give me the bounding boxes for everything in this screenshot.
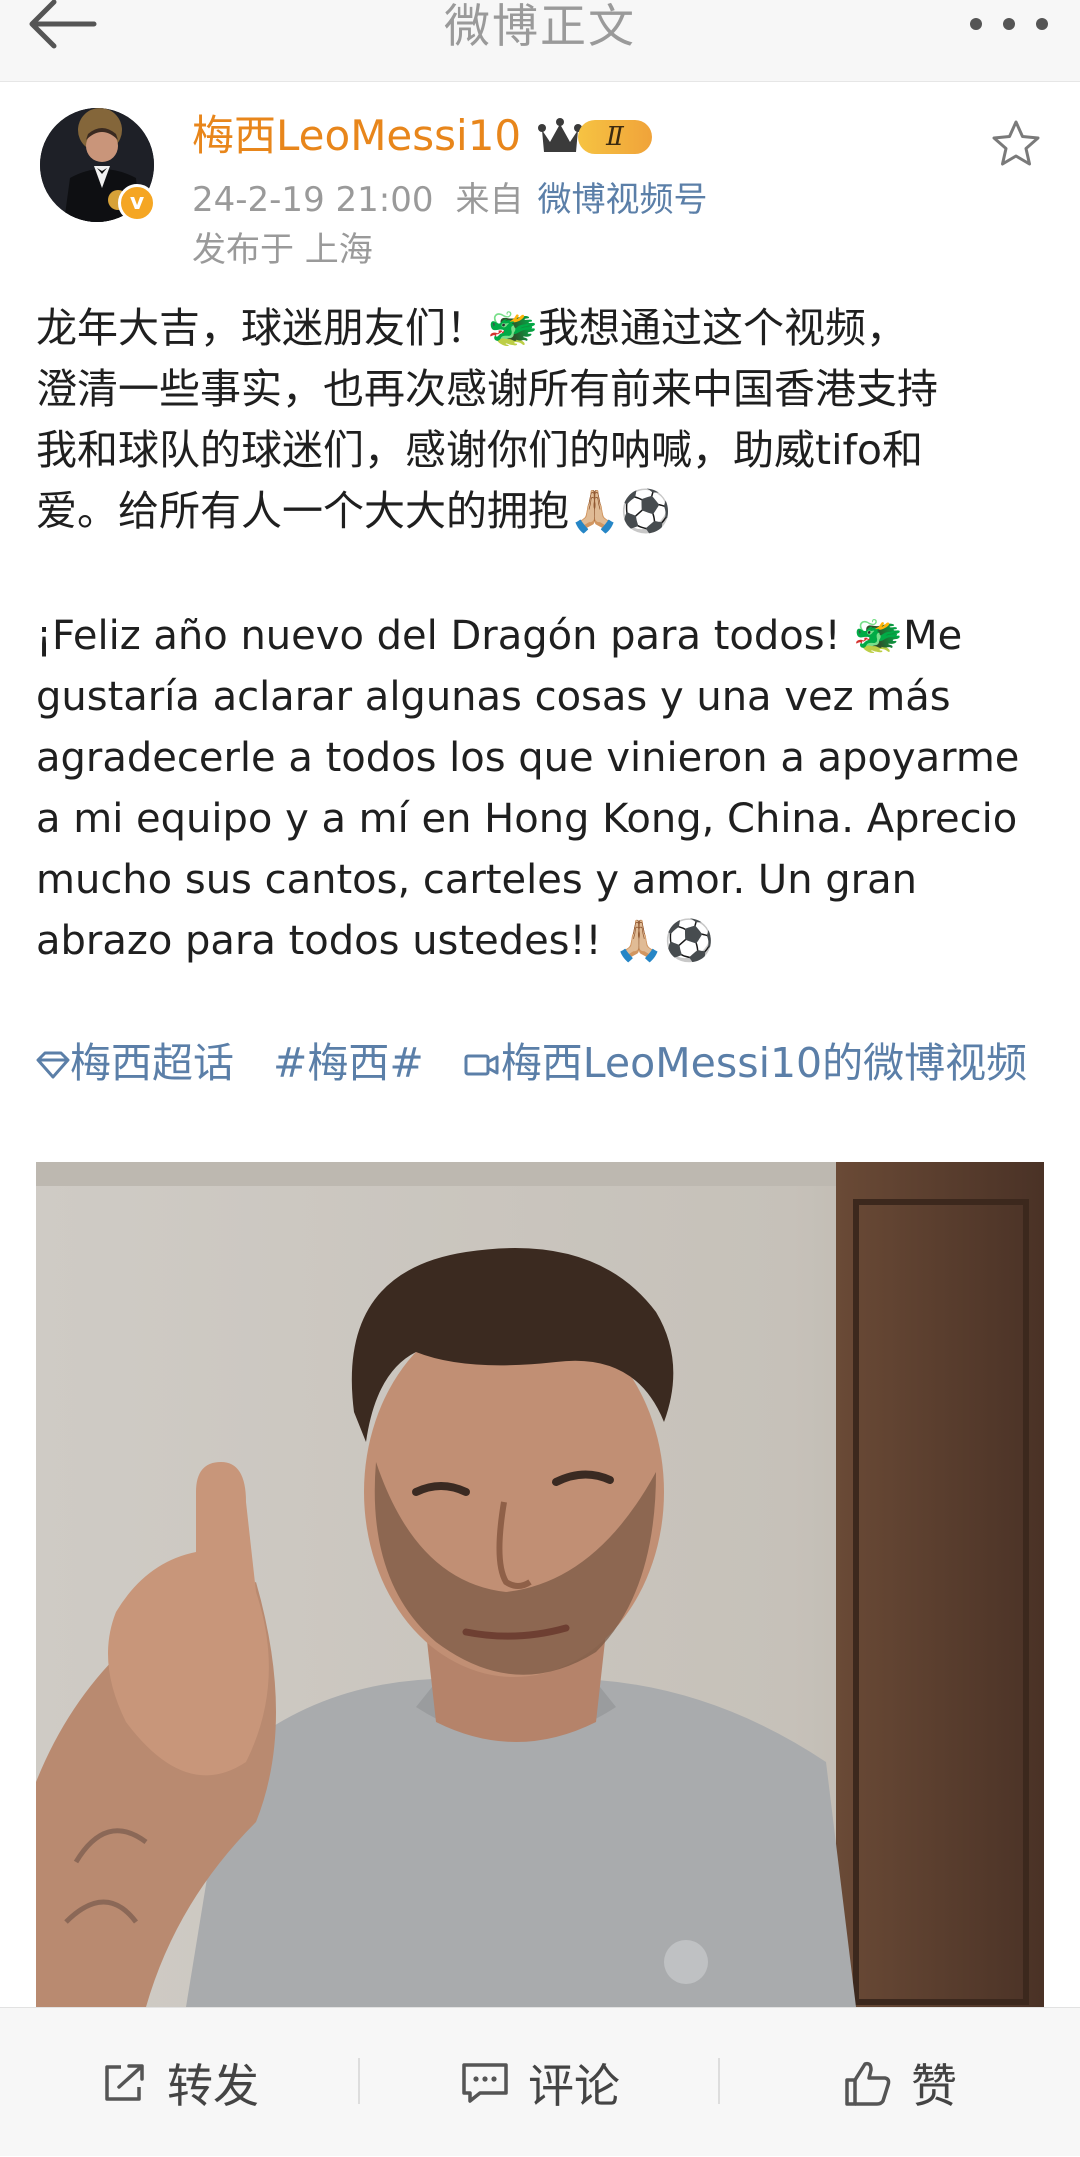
video-frame-image (36, 1162, 1044, 2007)
post-text-chinese: 龙年大吉，球迷朋友们！🐲我想通过这个视频， 澄清一些事实，也再次感谢所有前来中国… (36, 304, 938, 535)
verified-v-icon: v (118, 184, 156, 222)
like-label: 赞 (911, 2058, 957, 2113)
thumbs-up-icon (845, 2061, 891, 2106)
post-location: 发布于 上海 (192, 230, 373, 270)
favorite-button[interactable] (990, 118, 1042, 170)
super-topic-icon (36, 1051, 70, 1079)
crown-icon (538, 118, 582, 152)
post-date: 24-2-19 21:00 (192, 180, 434, 220)
vip-level-tag: Ⅱ (578, 120, 652, 154)
hashtag-link[interactable]: #梅西# (273, 1039, 424, 1087)
video-thumbnail[interactable] (36, 1162, 1044, 2007)
post-tags: 梅西超话 #梅西# 梅西LeoMessi10的微博视频 (36, 1033, 1046, 1094)
video-channel-label: 梅西LeoMessi10的微博视频 (500, 1039, 1028, 1087)
post-text-spanish: ¡Feliz año nuevo del Dragón para todos! … (36, 613, 1020, 964)
repost-button[interactable]: 转发 (0, 2008, 360, 2157)
source-prefix: 来自 (455, 180, 524, 220)
like-button[interactable]: 赞 (720, 2008, 1080, 2157)
video-icon (464, 1054, 499, 1076)
comment-icon (462, 2062, 508, 2103)
vip-badge[interactable]: Ⅱ (538, 116, 656, 158)
super-topic-label: 梅西超话 (70, 1039, 234, 1087)
star-icon (992, 120, 1040, 166)
post-meta: 24-2-19 21:00 来自 微博视频号 (192, 178, 708, 222)
repost-icon (105, 2063, 144, 2101)
comment-button[interactable]: 评论 (360, 2008, 720, 2157)
bottom-action-bar: 转发 评论 赞 (0, 2007, 1080, 2156)
more-dots-icon (970, 18, 1048, 30)
top-navigation-bar: 微博正文 (0, 0, 1080, 82)
repost-label: 转发 (167, 2058, 259, 2113)
super-topic-link[interactable]: 梅西超话 (36, 1039, 247, 1087)
vip-level: Ⅱ (606, 122, 624, 152)
more-options-button[interactable] (966, 14, 1052, 34)
author-name[interactable]: 梅西LeoMessi10 (192, 110, 521, 162)
page-title: 微博正文 (444, 0, 636, 53)
comment-label: 评论 (528, 2058, 620, 2113)
post-source-link[interactable]: 微博视频号 (538, 180, 708, 220)
video-channel-link[interactable]: 梅西LeoMessi10的微博视频 (463, 1039, 1027, 1087)
